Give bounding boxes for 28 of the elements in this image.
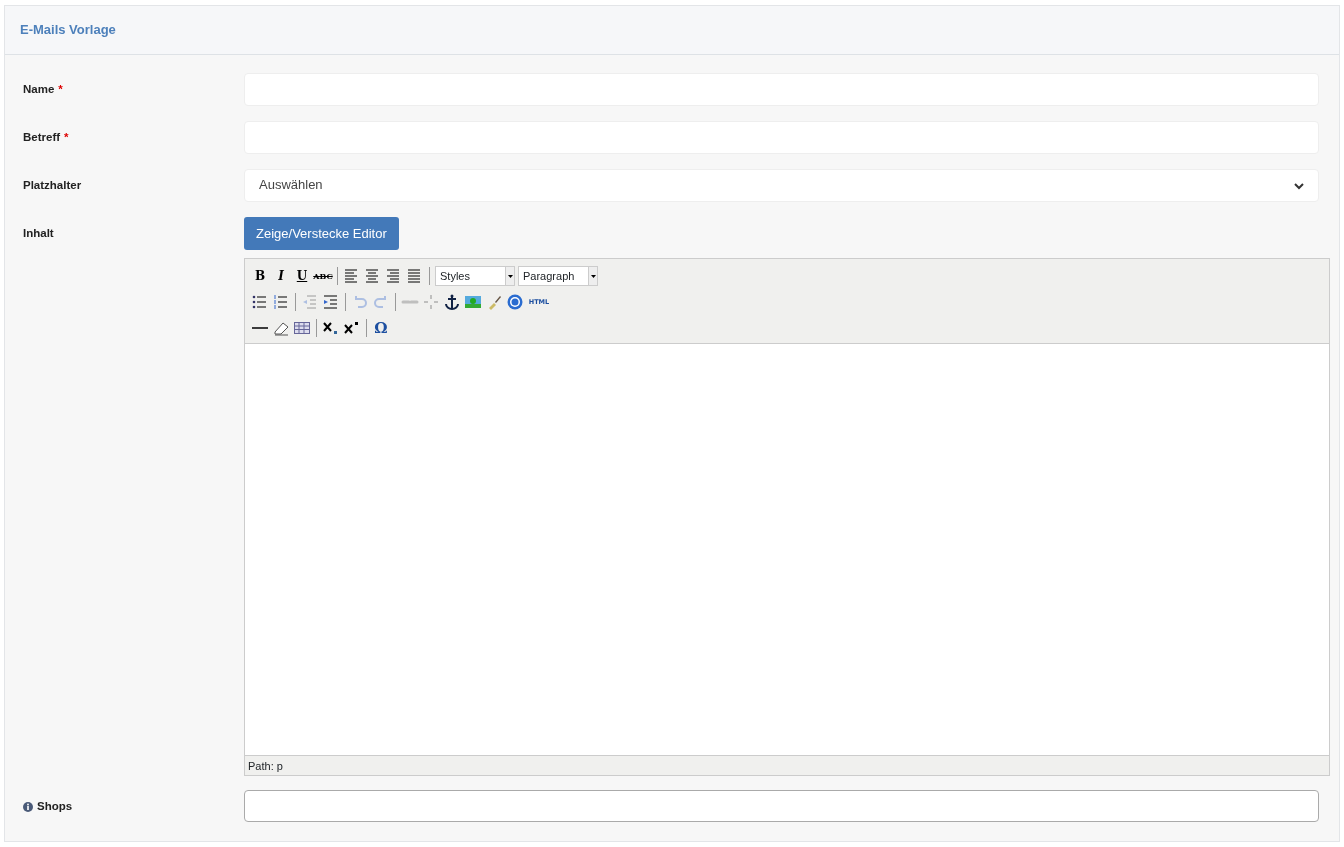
style-dropdown[interactable]: Styles	[435, 266, 515, 286]
toolbar-button[interactable]: ABC	[314, 267, 332, 285]
field-label: Name	[23, 81, 55, 97]
info-icon	[23, 801, 33, 812]
field-label: Inhalt	[23, 225, 55, 241]
style-dropdown[interactable]: Paragraph	[518, 266, 598, 286]
field-label: Betreff	[23, 129, 61, 145]
input-field[interactable]	[244, 790, 1319, 822]
number-list-icon[interactable]	[272, 293, 290, 311]
toggle-editor-button[interactable]: Zeige/Verstecke Editor	[244, 216, 399, 250]
required-marker: *	[64, 129, 69, 145]
chevron-down-icon	[1294, 181, 1304, 190]
editor-path: Path: p	[248, 760, 283, 772]
bullet-list-icon[interactable]	[251, 293, 269, 311]
toolbar-button[interactable]: B	[251, 267, 269, 285]
table-icon[interactable]	[293, 319, 311, 337]
field-label: Platzhalter	[23, 177, 82, 193]
dropdown-arrow-icon	[590, 274, 596, 278]
toolbar-button[interactable]: U	[293, 267, 311, 285]
toolbar-button[interactable]: Ω	[372, 319, 390, 337]
card-title: E-Mails Vorlage	[20, 22, 116, 37]
required-marker: *	[58, 81, 63, 97]
indent-icon[interactable]	[322, 293, 340, 311]
select-field[interactable]: Auswählen	[244, 168, 1319, 202]
anchor-icon[interactable]	[443, 293, 461, 311]
toolbar-button[interactable]: I	[272, 267, 290, 285]
field-label: Shops	[37, 799, 73, 814]
dropdown-arrow-icon	[507, 274, 513, 278]
